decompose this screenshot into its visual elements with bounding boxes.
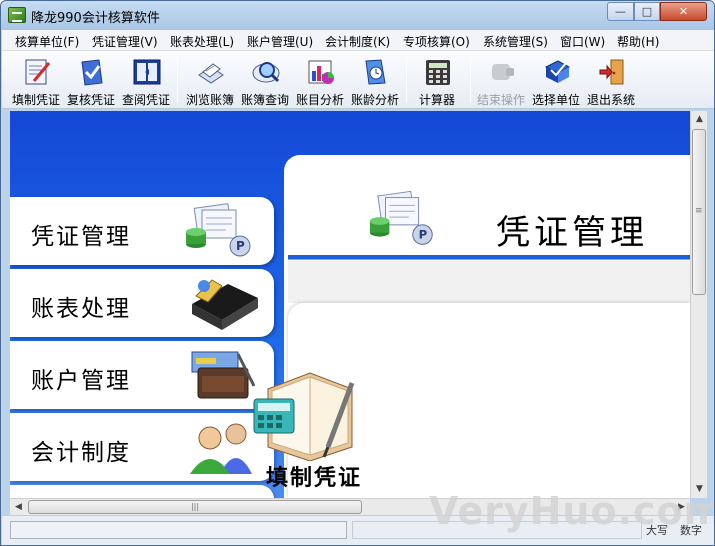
view-voucher-button[interactable]: 查阅凭证 xyxy=(119,54,173,107)
toolbar-label: 查阅凭证 xyxy=(121,93,170,107)
notebook-calculator-icon[interactable] xyxy=(248,369,372,461)
nav-ledger-processing[interactable]: 账表处理 xyxy=(10,269,274,337)
menu-ledger[interactable]: 账表处理(L) xyxy=(170,33,234,50)
menu-system-rules[interactable]: 会计制度(K) xyxy=(325,33,390,50)
nav-account-management[interactable]: 账户管理 xyxy=(10,341,274,409)
ledger-book-icon xyxy=(192,279,258,330)
query-ledger-button[interactable]: 账簿查询 xyxy=(238,54,292,107)
title-divider-thin xyxy=(288,259,690,260)
voucher-view-icon xyxy=(133,59,161,85)
toolbar-label: 计算器 xyxy=(418,93,455,107)
nav-label: 会计制度 xyxy=(31,440,131,466)
browse-ledger-button[interactable]: 浏览账簿 xyxy=(183,54,237,107)
nav-label: 账表处理 xyxy=(31,296,131,322)
voucher-edit-icon xyxy=(25,59,51,85)
menu-window[interactable]: 窗口(W) xyxy=(560,33,605,50)
module-nav: 凭证管理 P 账表处理 账户管理 会计制度 xyxy=(10,111,282,498)
nav-accounting-system[interactable]: 会计制度 xyxy=(10,413,274,481)
app-logo-icon xyxy=(8,7,26,23)
calculator-button[interactable]: 计算器 xyxy=(410,54,464,107)
exit-system-button[interactable]: 退出系统 xyxy=(584,54,638,107)
toolbar-label: 退出系统 xyxy=(586,93,635,107)
clock-analysis-icon xyxy=(365,59,386,85)
vertical-scroll-thumb[interactable]: ≡ xyxy=(692,129,706,295)
status-field xyxy=(10,521,347,539)
toolbar: 填制凭证 复核凭证 查阅凭证 浏览账簿 账簿查询 账目分析 账龄分析 计算器 结… xyxy=(2,51,714,109)
calculator-icon xyxy=(426,60,450,85)
panel-strip xyxy=(288,261,690,303)
menu-system[interactable]: 系统管理(S) xyxy=(483,33,548,50)
title-bar[interactable]: 降龙990会计核算软件 — □ ✕ xyxy=(1,1,714,30)
end-operation-button[interactable]: 结束操作 xyxy=(474,54,528,107)
voucher-stack-icon: P xyxy=(186,203,251,257)
content-area: 凭证管理 P 账表处理 账户管理 会计制度 P 凭证管理 填制凭证 xyxy=(10,111,690,498)
menu-account[interactable]: 账户管理(U) xyxy=(247,33,313,50)
maximize-button[interactable]: □ xyxy=(634,2,660,21)
menu-special[interactable]: 专项核算(O) xyxy=(403,33,470,50)
review-voucher-button[interactable]: 复核凭证 xyxy=(64,54,118,107)
menu-help[interactable]: 帮助(H) xyxy=(617,33,659,50)
grip-icon: ≡ xyxy=(695,206,703,216)
end-operation-icon xyxy=(492,64,514,80)
ledger-search-icon xyxy=(252,62,280,83)
horizontal-scroll-thumb[interactable]: ||| xyxy=(28,500,362,514)
menu-bar: 核算单位(F) 凭证管理(V) 账表处理(L) 账户管理(U) 会计制度(K) … xyxy=(2,30,714,51)
main-window: 降龙990会计核算软件 — □ ✕ 核算单位(F) 凭证管理(V) 账表处理(L… xyxy=(0,0,715,546)
window-title: 降龙990会计核算软件 xyxy=(31,11,160,26)
account-analysis-button[interactable]: 账目分析 xyxy=(293,54,347,107)
nav-label: 账户管理 xyxy=(31,368,131,394)
select-unit-icon xyxy=(544,60,571,83)
nav-label: 凭证管理 xyxy=(31,224,131,250)
svg-text:P: P xyxy=(419,228,428,242)
panel-title: 凭证管理 xyxy=(496,213,648,253)
fill-voucher-button[interactable]: 填制凭证 xyxy=(9,54,63,107)
nav-voucher-management[interactable]: 凭证管理 P xyxy=(10,197,274,265)
select-unit-button[interactable]: 选择单位 xyxy=(529,54,583,107)
exit-icon xyxy=(599,59,624,85)
menu-unit[interactable]: 核算单位(F) xyxy=(15,33,79,50)
watermark: VeryHuo.com xyxy=(429,489,715,533)
close-button[interactable]: ✕ xyxy=(660,2,707,21)
voucher-check-icon xyxy=(81,59,103,86)
scroll-up-icon[interactable]: ▲ xyxy=(691,111,708,128)
menu-voucher[interactable]: 凭证管理(V) xyxy=(92,33,158,50)
card-label[interactable]: 填制凭证 xyxy=(266,460,362,492)
ledger-browse-icon xyxy=(198,63,224,84)
toolbar-label: 账龄分析 xyxy=(350,93,399,107)
chart-analysis-icon xyxy=(308,60,334,84)
vertical-scrollbar[interactable]: ▲ ≡ ▼ xyxy=(690,111,707,498)
svg-text:P: P xyxy=(236,239,245,253)
voucher-stack-icon: P xyxy=(369,190,433,245)
nav-next-item[interactable] xyxy=(10,485,274,498)
aging-analysis-button[interactable]: 账龄分析 xyxy=(348,54,402,107)
minimize-button[interactable]: — xyxy=(607,2,634,21)
scroll-left-icon[interactable]: ◀ xyxy=(10,499,27,516)
